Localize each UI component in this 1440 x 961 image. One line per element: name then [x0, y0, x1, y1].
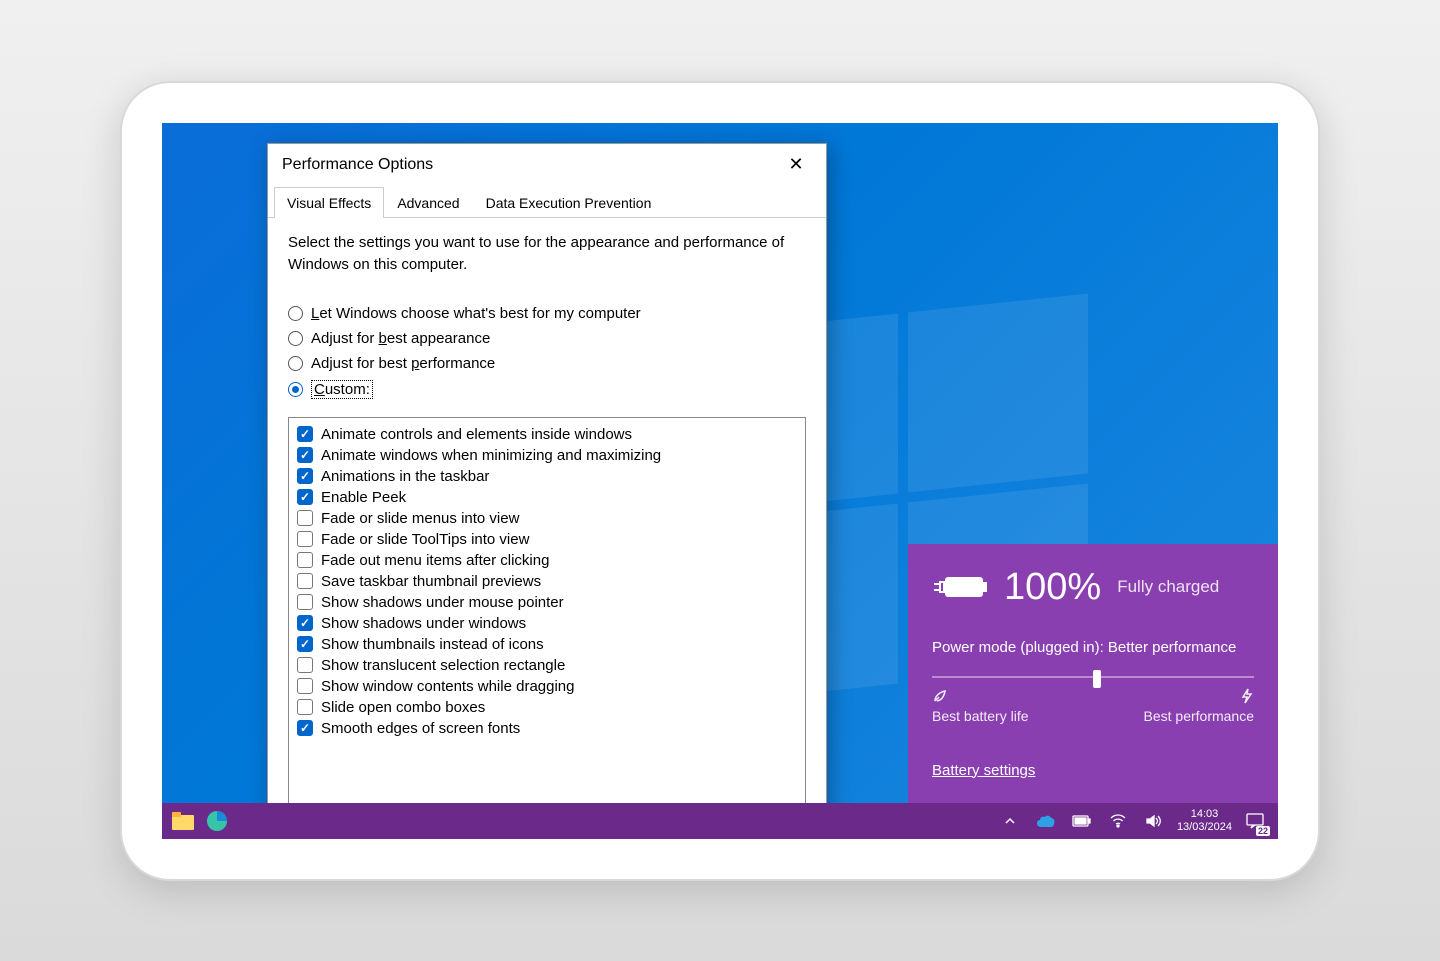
check-option-10[interactable]: Show thumbnails instead of icons	[297, 634, 797, 655]
check-option-1[interactable]: Animate windows when minimizing and maxi…	[297, 445, 797, 466]
close-button[interactable]: ✕	[776, 150, 816, 180]
checkbox-label: Animate windows when minimizing and maxi…	[321, 447, 661, 464]
slider-right-label: Best performance	[1144, 708, 1255, 724]
checkbox-icon[interactable]	[297, 468, 313, 484]
battery-settings-link[interactable]: Battery settings	[932, 762, 1035, 779]
desktop-screen: Performance Options ✕ Visual Effects Adv…	[162, 123, 1278, 839]
radio-icon[interactable]	[288, 356, 303, 371]
radio-icon[interactable]	[288, 382, 303, 397]
check-option-0[interactable]: Animate controls and elements inside win…	[297, 424, 797, 445]
battery-flyout: 100% Fully charged Power mode (plugged i…	[908, 544, 1278, 803]
checkbox-icon[interactable]	[297, 573, 313, 589]
check-option-4[interactable]: Fade or slide menus into view	[297, 508, 797, 529]
check-option-5[interactable]: Fade or slide ToolTips into view	[297, 529, 797, 550]
checkbox-icon[interactable]	[297, 615, 313, 631]
leaf-icon	[932, 688, 948, 704]
slider-thumb[interactable]	[1093, 670, 1101, 688]
check-option-7[interactable]: Save taskbar thumbnail previews	[297, 571, 797, 592]
checkbox-label: Fade out menu items after clicking	[321, 552, 549, 569]
wifi-icon[interactable]	[1105, 808, 1131, 834]
tab-body-visual-effects: Select the settings you want to use for …	[268, 218, 826, 839]
performance-options-dialog: Performance Options ✕ Visual Effects Adv…	[267, 143, 827, 839]
checkbox-icon[interactable]	[297, 489, 313, 505]
checkbox-label: Show window contents while dragging	[321, 678, 574, 695]
instruction-text: Select the settings you want to use for …	[288, 232, 806, 277]
checkbox-icon[interactable]	[297, 699, 313, 715]
checkbox-label: Show thumbnails instead of icons	[321, 636, 544, 653]
checkbox-label: Fade or slide menus into view	[321, 510, 519, 527]
power-mode-label: Power mode (plugged in): Better performa…	[932, 637, 1254, 658]
dialog-tabs: Visual Effects Advanced Data Execution P…	[268, 186, 826, 218]
tab-visual-effects[interactable]: Visual Effects	[274, 187, 384, 218]
radio-label: Custom:	[311, 380, 373, 399]
radio-icon[interactable]	[288, 306, 303, 321]
dialog-title: Performance Options	[282, 156, 433, 174]
checkbox-label: Animate controls and elements inside win…	[321, 426, 632, 443]
action-center-icon[interactable]: 22	[1242, 808, 1268, 834]
notification-count: 22	[1256, 826, 1270, 836]
check-option-9[interactable]: Show shadows under windows	[297, 613, 797, 634]
file-explorer-icon[interactable]	[170, 808, 196, 834]
check-option-11[interactable]: Show translucent selection rectangle	[297, 655, 797, 676]
onedrive-icon[interactable]	[1033, 808, 1059, 834]
checkbox-label: Save taskbar thumbnail previews	[321, 573, 541, 590]
edge-icon[interactable]	[204, 808, 230, 834]
device-frame: Performance Options ✕ Visual Effects Adv…	[120, 81, 1320, 881]
radio-option-2[interactable]: Adjust for best performance	[288, 355, 806, 372]
checkbox-label: Animations in the taskbar	[321, 468, 489, 485]
checkbox-label: Slide open combo boxes	[321, 699, 485, 716]
slider-left-label: Best battery life	[932, 708, 1029, 724]
taskbar: 14:03 13/03/2024 22	[162, 803, 1278, 839]
checkbox-label: Smooth edges of screen fonts	[321, 720, 520, 737]
check-option-13[interactable]: Slide open combo boxes	[297, 697, 797, 718]
checkbox-icon[interactable]	[297, 447, 313, 463]
taskbar-date: 13/03/2024	[1177, 821, 1232, 833]
tab-dep[interactable]: Data Execution Prevention	[473, 187, 665, 218]
check-option-2[interactable]: Animations in the taskbar	[297, 466, 797, 487]
radio-label: Adjust for best appearance	[311, 330, 490, 347]
checkbox-icon[interactable]	[297, 426, 313, 442]
check-option-8[interactable]: Show shadows under mouse pointer	[297, 592, 797, 613]
radio-option-1[interactable]: Adjust for best appearance	[288, 330, 806, 347]
battery-percent: 100%	[1004, 566, 1101, 609]
tray-chevron-icon[interactable]	[997, 808, 1023, 834]
battery-status: Fully charged	[1117, 577, 1219, 597]
tab-advanced[interactable]: Advanced	[384, 187, 472, 218]
checkbox-label: Show shadows under windows	[321, 615, 526, 632]
checkbox-label: Enable Peek	[321, 489, 406, 506]
volume-icon[interactable]	[1141, 808, 1167, 834]
checkbox-icon[interactable]	[297, 720, 313, 736]
checkbox-icon[interactable]	[297, 657, 313, 673]
check-option-14[interactable]: Smooth edges of screen fonts	[297, 718, 797, 739]
check-option-3[interactable]: Enable Peek	[297, 487, 797, 508]
checkbox-label: Fade or slide ToolTips into view	[321, 531, 529, 548]
battery-tray-icon[interactable]	[1069, 808, 1095, 834]
checkbox-icon[interactable]	[297, 552, 313, 568]
checkbox-icon[interactable]	[297, 594, 313, 610]
visual-effects-checklist[interactable]: Animate controls and elements inside win…	[288, 417, 806, 839]
dialog-titlebar[interactable]: Performance Options ✕	[268, 144, 826, 186]
checkbox-icon[interactable]	[297, 636, 313, 652]
close-icon: ✕	[788, 154, 803, 175]
radio-label: Let Windows choose what's best for my co…	[311, 305, 641, 322]
radio-option-0[interactable]: Let Windows choose what's best for my co…	[288, 305, 806, 322]
radio-option-3[interactable]: Custom:	[288, 380, 806, 399]
check-option-6[interactable]: Fade out menu items after clicking	[297, 550, 797, 571]
checkbox-label: Show translucent selection rectangle	[321, 657, 565, 674]
checkbox-icon[interactable]	[297, 510, 313, 526]
taskbar-clock[interactable]: 14:03 13/03/2024	[1177, 808, 1232, 832]
plug-battery-icon	[932, 570, 988, 604]
taskbar-time: 14:03	[1191, 808, 1219, 820]
lightning-icon	[1240, 688, 1254, 704]
checkbox-label: Show shadows under mouse pointer	[321, 594, 564, 611]
checkbox-icon[interactable]	[297, 531, 313, 547]
power-mode-slider[interactable]	[932, 676, 1254, 678]
radio-label: Adjust for best performance	[311, 355, 495, 372]
check-option-12[interactable]: Show window contents while dragging	[297, 676, 797, 697]
radio-icon[interactable]	[288, 331, 303, 346]
checkbox-icon[interactable]	[297, 678, 313, 694]
